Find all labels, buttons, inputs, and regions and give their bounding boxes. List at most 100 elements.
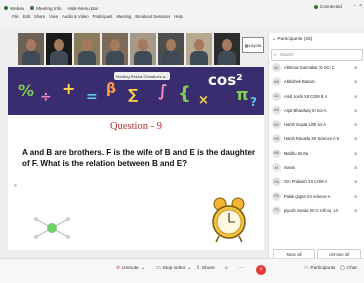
menu-file[interactable]: File: [12, 14, 19, 19]
participants-search-input[interactable]: ⌕ Search: [271, 49, 363, 61]
mic-muted-icon: ⊘: [116, 266, 121, 271]
avatar: OA: [272, 177, 281, 187]
menu-view[interactable]: View: [49, 14, 58, 19]
menu-audio-video[interactable]: Audio & Video: [62, 14, 88, 19]
person-body: [134, 51, 152, 65]
avatar: M: [272, 163, 281, 173]
person-head: [82, 39, 92, 51]
participant-list: AC Abhinav Karmakar XI SCI C ⊘ AB Abhishek …: [269, 61, 364, 218]
person-body: [190, 51, 208, 65]
participants-title[interactable]: ⌄ Participants (25): [272, 37, 312, 42]
muted-mic-icon[interactable]: ⊘: [354, 122, 357, 127]
hide-menu-bar[interactable]: Hide Menu Bar: [68, 6, 99, 11]
leave-meeting-button[interactable]: ×: [256, 265, 266, 275]
pi-symbol: π: [236, 85, 249, 104]
participant-row[interactable]: PA Palak gupta XII science A ⊘: [269, 190, 364, 204]
muted-mic-icon[interactable]: ⊘: [354, 194, 357, 199]
reactions-button[interactable]: ☺: [224, 266, 229, 271]
beta-symbol: β: [106, 81, 117, 97]
video-thumbnail[interactable]: [46, 33, 72, 65]
participant-row[interactable]: HG Harsh Gupta 12th sci A ⊘: [269, 118, 364, 132]
muted-mic-icon[interactable]: ⊘: [354, 79, 357, 84]
participant-row[interactable]: HR Harsh Rautela XII Science A 9 ⊘: [269, 132, 364, 146]
participant-row[interactable]: Mmanin ⊘: [269, 161, 364, 175]
muted-mic-icon[interactable]: ⊘: [354, 136, 357, 141]
muted-mic-icon[interactable]: ⊘: [354, 208, 357, 213]
more-button[interactable]: ⋯: [238, 266, 243, 271]
muted-mic-icon[interactable]: ⊘: [354, 151, 357, 156]
menu-edit[interactable]: Edit: [23, 14, 30, 19]
participant-row[interactable]: AJ Amit Joshi XII COM B 4 ⊘: [269, 90, 364, 104]
person-body: [218, 51, 236, 65]
brace-symbol: {: [178, 83, 191, 104]
smiley-icon: ☺: [224, 266, 229, 271]
window-controls: − ×: [353, 3, 362, 9]
person-head: [110, 39, 120, 51]
avatar: MS: [272, 148, 281, 158]
menu-share[interactable]: Share: [34, 14, 45, 19]
menu-bar: File Edit Share View Audio & Video Parti…: [12, 14, 183, 19]
person-body: [50, 51, 68, 65]
avatar: AS: [272, 105, 281, 115]
person-body: [78, 51, 96, 65]
menu-meeting[interactable]: Meeting: [116, 14, 131, 19]
webex-tab[interactable]: Webex: [4, 6, 24, 11]
menu-help[interactable]: Help: [174, 14, 183, 19]
share-icon: ⇪: [196, 266, 201, 271]
participant-row[interactable]: PJ piyush narula XII-C roll no. 13 ⊘: [269, 204, 364, 218]
layout-button[interactable]: ▦ Layout: [242, 37, 264, 53]
webex-logo-icon: [4, 6, 8, 11]
video-thumbnail[interactable]: [130, 33, 156, 65]
person-head: [222, 39, 232, 51]
avatar: HR: [272, 134, 281, 144]
participants-toggle[interactable]: ⚇ Participants: [304, 266, 335, 271]
participants-panel: ⌄ Participants (25) ⌕ Search AC Abhinav K…: [268, 33, 364, 260]
video-thumbnail[interactable]: [102, 33, 128, 65]
menu-breakout[interactable]: Breakout Sessions: [135, 14, 170, 19]
title-row: Webex Meeting Info Hide Menu Bar: [4, 3, 98, 13]
muted-mic-icon[interactable]: ⊘: [354, 179, 357, 184]
connected-icon: [313, 4, 318, 9]
muted-mic-icon[interactable]: ⊘: [354, 65, 357, 70]
x-icon: ×: [259, 267, 263, 273]
participant-row[interactable]: AC Abhinav Karmakar XI SCI C ⊘: [269, 61, 364, 75]
equals-symbol: =: [86, 89, 98, 105]
video-thumbnail[interactable]: [186, 33, 212, 65]
bullet-marker: »: [14, 183, 17, 189]
camera-icon: ▭: [156, 266, 161, 271]
participant-name: Amit Joshi XII COM B 4: [284, 93, 327, 99]
unmute-button[interactable]: ⊘ Unmute ⌄: [116, 266, 145, 271]
chat-toggle[interactable]: ▢ Chat: [340, 266, 357, 271]
video-thumbnail[interactable]: [74, 33, 100, 65]
video-thumbnail[interactable]: [158, 33, 184, 65]
viewing-indicator[interactable]: Viewing Rekha Chhabra's a...: [114, 72, 170, 80]
avatar: AB: [272, 77, 281, 87]
muted-mic-icon[interactable]: ⊘: [354, 94, 357, 99]
close-icon[interactable]: ×: [359, 3, 362, 9]
question-title: Question - 9: [110, 121, 162, 132]
participant-row[interactable]: OA Om Prakash XII COM A ⊘: [269, 175, 364, 189]
avatar: AC: [272, 63, 281, 72]
participant-name: piyush narula XII-C roll no. 13: [284, 207, 338, 213]
alarm-clock-icon: [212, 197, 246, 243]
participant-row[interactable]: MS Madhu Sinha ⊘: [269, 147, 364, 161]
video-thumbnail[interactable]: [214, 33, 240, 65]
share-button[interactable]: ⇪ Share: [196, 266, 215, 271]
muted-mic-icon[interactable]: ⊘: [354, 165, 357, 170]
meeting-info-tab[interactable]: Meeting Info: [30, 6, 62, 11]
participant-row[interactable]: AS Arpit Bhardwaj XI Sci-A ⊘: [269, 104, 364, 118]
person-body: [162, 51, 180, 65]
stop-video-button[interactable]: ▭ Stop video ⌄: [156, 266, 191, 271]
sigma-symbol: ∑: [128, 87, 139, 103]
minimize-icon[interactable]: −: [353, 3, 356, 9]
menu-participant[interactable]: Participant: [93, 14, 113, 19]
connection-status[interactable]: Connected: [313, 4, 342, 9]
muted-mic-icon[interactable]: ⊘: [354, 108, 357, 113]
person-body: [22, 51, 40, 65]
video-thumbnail[interactable]: [18, 33, 44, 65]
network-graphic: [34, 217, 70, 239]
participant-name: Harsh Gupta 12th sci A: [284, 122, 327, 128]
participant-row[interactable]: AB Abhishek Bansal ⊘: [269, 75, 364, 89]
avatar: PJ: [272, 205, 281, 215]
info-icon: [30, 6, 35, 11]
